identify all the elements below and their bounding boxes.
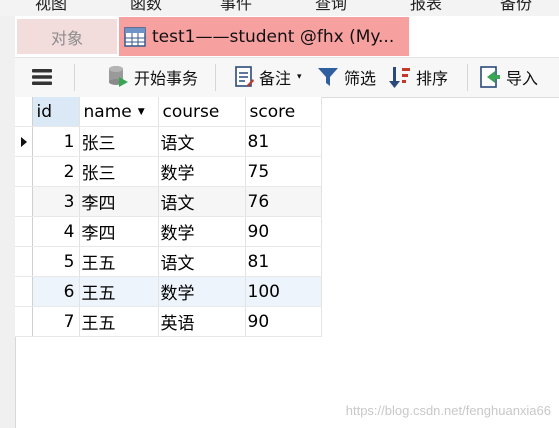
cell-name[interactable]: 李四 [79,216,159,247]
table-row[interactable]: 5 王五 语文 81 [15,246,322,277]
table-icon [124,26,146,47]
data-grid: id name ▼ course score 1 张三 语文 81 2 张三 数学… [15,97,322,337]
cell-name[interactable]: 张三 [79,126,159,157]
begin-transaction-label: 开始事务 [134,69,199,88]
table-row[interactable]: 6 王五 数学 100 [15,276,322,307]
row-indicator-header [15,97,33,127]
database-transaction-icon [109,66,128,87]
chevron-down-icon[interactable]: ▾ [297,72,302,82]
table-row[interactable]: 7 王五 英语 90 [15,306,322,337]
cell-score[interactable]: 81 [245,126,322,157]
menu-item-view[interactable]: 视图 [35,0,67,14]
filter-button[interactable]: 筛选 [317,64,376,90]
cell-course[interactable]: 数学 [158,216,246,247]
toolbar: 开始事务 备注 ▾ 筛选 排序 导入 [15,57,559,98]
import-label: 导入 [506,69,539,88]
cell-name[interactable]: 王五 [79,306,159,337]
cell-name[interactable]: 王五 [79,246,159,277]
cell-course[interactable]: 语文 [158,246,246,277]
tab-student-table[interactable]: test1——student @fhx (My... [119,17,409,56]
table-row[interactable]: 3 李四 语文 76 [15,186,322,217]
cell-id[interactable]: 5 [32,246,80,277]
cell-score[interactable]: 76 [245,186,322,217]
menu-item-backup[interactable]: 备份 [500,0,532,14]
header-row: id name ▼ course score [15,97,322,127]
row-indicator [15,246,33,277]
cell-name[interactable]: 李四 [79,186,159,217]
cell-name[interactable]: 王五 [79,276,159,307]
row-indicator [15,126,33,157]
tab-strip: 对象 test1——student @fhx (My... [15,16,559,57]
table-row[interactable]: 4 李四 数学 90 [15,216,322,247]
toolbar-separator [467,64,468,91]
left-panel-edge [0,16,16,428]
cell-course[interactable]: 语文 [158,126,246,157]
cell-course[interactable]: 数学 [158,276,246,307]
cell-course[interactable]: 语文 [158,186,246,217]
row-indicator [15,276,33,307]
cell-course[interactable]: 英语 [158,306,246,337]
cell-id[interactable]: 4 [32,216,80,247]
cell-score[interactable]: 75 [245,156,322,187]
cell-id[interactable]: 3 [32,186,80,217]
current-row-arrow-icon [21,136,27,147]
toolbar-separator [74,64,75,91]
row-indicator [15,306,33,337]
filter-icon [318,68,338,86]
table-row[interactable]: 2 张三 数学 75 [15,156,322,187]
sort-label: 排序 [416,69,449,88]
cell-score[interactable]: 100 [245,276,322,307]
row-indicator [15,156,33,187]
row-indicator [15,216,33,247]
hamburger-icon [32,69,52,85]
cell-score[interactable]: 90 [245,306,322,337]
cell-id[interactable]: 1 [32,126,80,157]
cell-id[interactable]: 7 [32,306,80,337]
row-indicator [15,186,33,217]
menu-bar: 视图 函数 事件 查询 报表 备份 [0,0,559,16]
column-header-name[interactable]: name ▼ [79,97,159,127]
column-header-name-label: name [83,101,132,122]
column-header-id[interactable]: id [32,97,80,127]
table-row[interactable]: 1 张三 语文 81 [15,126,322,157]
column-dropdown-icon[interactable]: ▼ [138,107,145,117]
cell-id[interactable]: 2 [32,156,80,187]
menu-button[interactable] [31,64,53,90]
cell-id[interactable]: 6 [32,276,80,307]
filter-label: 筛选 [344,69,377,88]
tab-title: test1——student @fhx (My... [152,26,395,47]
sort-icon [389,67,410,88]
cell-course[interactable]: 数学 [158,156,246,187]
import-icon [480,66,500,88]
memo-label: 备注 [259,69,292,88]
menu-item-report[interactable]: 报表 [410,0,442,14]
menu-item-functions[interactable]: 函数 [130,0,162,14]
cell-name[interactable]: 张三 [79,156,159,187]
toolbar-separator [215,64,216,91]
import-button[interactable]: 导入 [479,64,538,90]
memo-icon [235,66,254,87]
watermark: https://blog.csdn.net/fenghuanxia66 [345,403,551,418]
memo-button[interactable]: 备注 ▾ [234,64,302,90]
cell-score[interactable]: 90 [245,216,322,247]
tab-objects[interactable]: 对象 [17,19,117,54]
column-header-course[interactable]: course [158,97,246,127]
cell-score[interactable]: 81 [245,246,322,277]
sort-button[interactable]: 排序 [389,64,448,90]
menu-item-events[interactable]: 事件 [220,0,252,14]
begin-transaction-button[interactable]: 开始事务 [107,64,198,90]
column-header-score[interactable]: score [245,97,322,127]
menu-item-query[interactable]: 查询 [315,0,347,14]
